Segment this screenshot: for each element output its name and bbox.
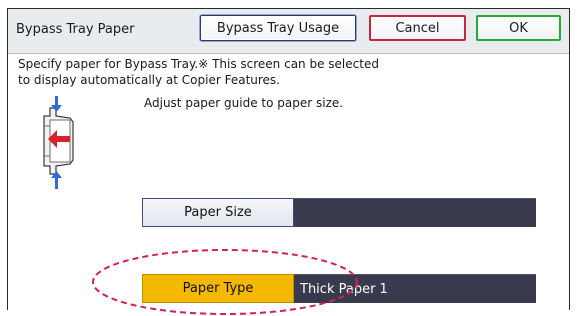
paper-type-value: Thick Paper 1 <box>294 274 536 303</box>
instruction-text: Adjust paper guide to paper size. <box>144 96 344 110</box>
cancel-button[interactable]: Cancel <box>369 15 466 41</box>
description-line-1: Specify paper for Bypass Tray.※ This scr… <box>18 57 379 71</box>
description-text: Specify paper for Bypass Tray.※ This scr… <box>18 56 379 88</box>
bypass-tray-icon <box>43 96 74 189</box>
paper-size-button[interactable]: Paper Size <box>142 198 294 227</box>
bypass-tray-usage-button[interactable]: Bypass Tray Usage <box>200 15 356 41</box>
screen-title: Bypass Tray Paper <box>16 22 135 37</box>
paper-size-value <box>294 198 536 227</box>
ok-button[interactable]: OK <box>476 15 561 41</box>
paper-type-button[interactable]: Paper Type <box>142 274 294 303</box>
description-line-2: to display automatically at Copier Featu… <box>18 73 280 87</box>
